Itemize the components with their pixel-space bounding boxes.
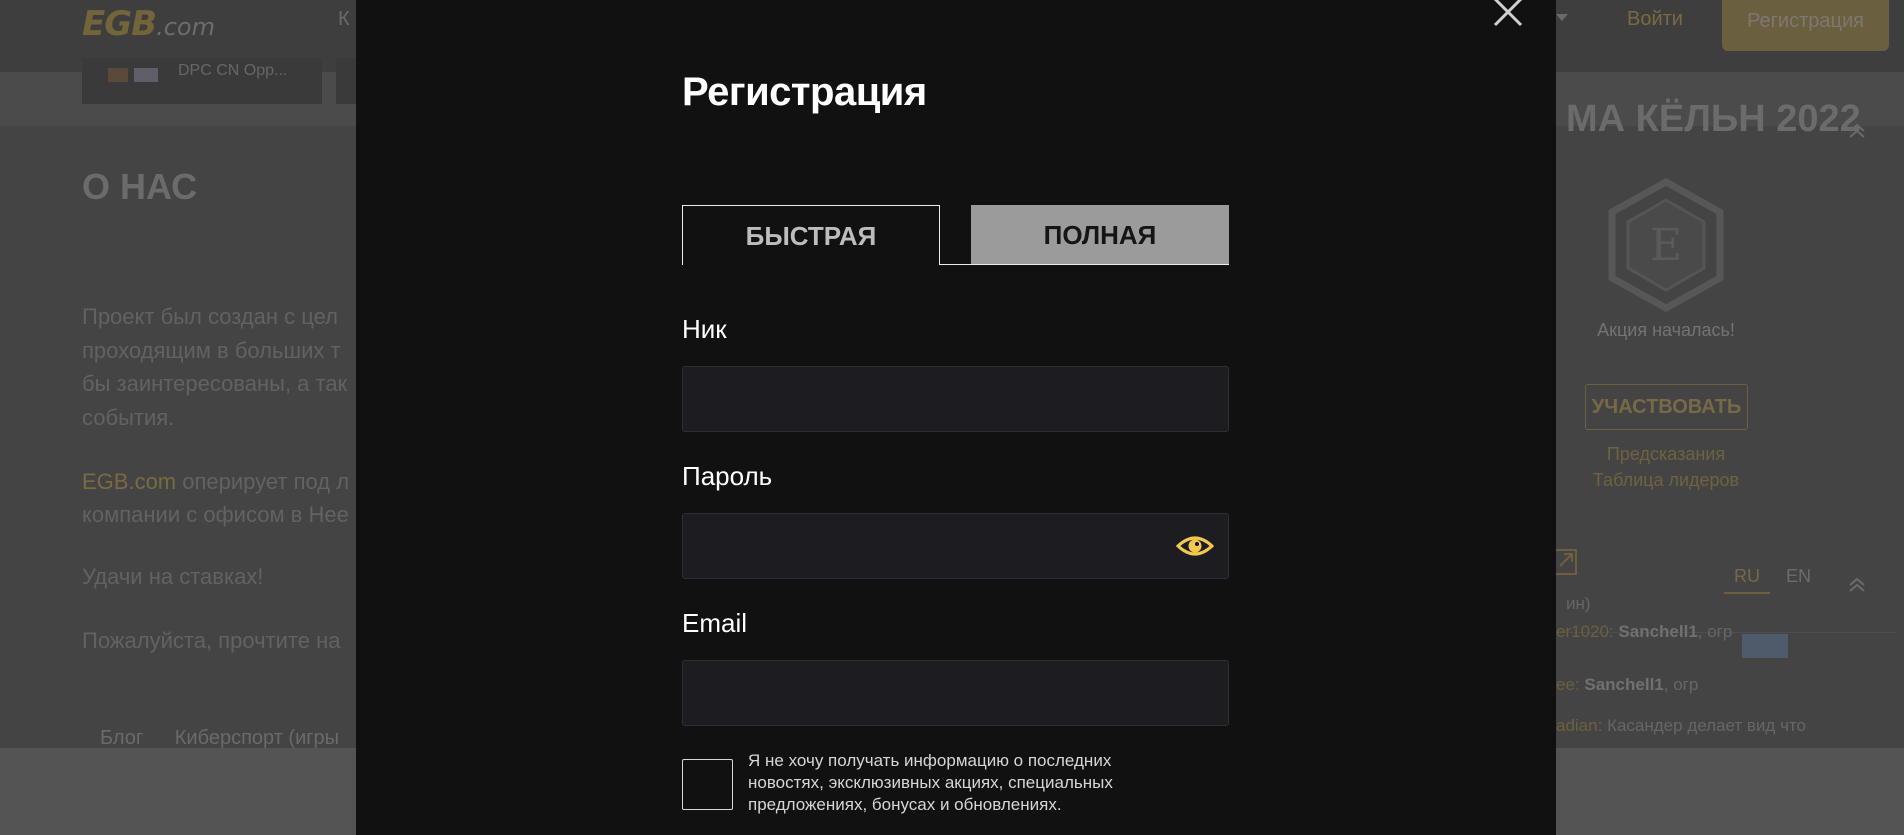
lang-ru-tab[interactable]: RU — [1734, 566, 1760, 587]
nick-label: Ник — [682, 314, 727, 344]
dropdown-caret-icon[interactable] — [1556, 14, 1568, 21]
leaderboard-link[interactable]: Таблица лидеров — [1560, 470, 1772, 491]
about-para1-line2: проходящим в больших т — [82, 338, 341, 363]
close-icon[interactable] — [1490, 0, 1526, 30]
match-title: DPC CN Opp... — [178, 62, 288, 79]
footer-links: Блог Киберспорт (игры — [100, 727, 365, 750]
team-flags-icon — [108, 68, 158, 82]
chat-message-1: er1020: Sanchell1, огр — [1556, 622, 1732, 642]
about-para2-text: оперирует под л — [176, 469, 350, 494]
about-para3: Удачи на ставках! — [82, 564, 264, 589]
about-para1-line3: бы заинтересованы, а так — [82, 371, 348, 396]
chat-text-2: , огр — [1663, 675, 1699, 694]
chat-mention-2: Sanchell1 — [1584, 675, 1664, 694]
email-input[interactable] — [682, 660, 1229, 726]
predictions-link[interactable]: Предсказания — [1560, 444, 1772, 465]
egb-link[interactable]: EGB.com — [82, 469, 176, 494]
email-label: Email — [682, 608, 748, 638]
chat-text-3: Касандер делает вид что — [1607, 716, 1806, 735]
site-logo[interactable]: EGB.com — [82, 4, 215, 44]
tab-full-registration[interactable]: ПОЛНАЯ — [971, 205, 1229, 265]
lang-ru-underline — [1724, 592, 1770, 594]
about-para2-line2: компании с офисом в Нее — [82, 502, 349, 527]
about-para1-line1: Проект был создан с цел — [82, 304, 338, 329]
chat-user-3[interactable]: adian: — [1556, 716, 1602, 735]
chat-text-1: , огр — [1697, 622, 1733, 641]
about-title: О НАС — [82, 166, 198, 207]
logo-main: EGB — [82, 4, 157, 44]
collapse-chat-chevron-icon[interactable] — [1848, 576, 1866, 594]
password-input[interactable] — [682, 513, 1229, 579]
footer-link-esports[interactable]: Киберспорт (игры — [175, 727, 339, 749]
about-para1-line4: события. — [82, 405, 175, 430]
lang-en-tab[interactable]: EN — [1786, 566, 1811, 587]
chat-user-1[interactable]: er1020: — [1556, 622, 1614, 641]
promo-title: МА КЁЛЬН 2022 — [1566, 98, 1861, 140]
newsletter-optout-label: Я не хочу получать информацию о последни… — [748, 751, 1113, 814]
chat-mention-1: Sanchell1 — [1618, 622, 1698, 641]
newsletter-optout-checkbox[interactable] — [682, 759, 733, 810]
about-para4: Пожалуйста, прочтите на — [82, 628, 341, 653]
login-link[interactable]: Войти — [1627, 8, 1683, 31]
match-card-next[interactable] — [336, 58, 356, 104]
collapse-chevron-icon[interactable] — [1848, 122, 1866, 140]
chat-message-2: ee: Sanchell1, огр — [1556, 675, 1698, 695]
logo-suffix: .com — [156, 13, 215, 41]
promo-status: Акция началась! — [1597, 320, 1735, 340]
about-para2-line1: EGB.com оперирует под л — [82, 465, 349, 499]
chat-sticker-icon — [1742, 634, 1788, 658]
footer-link-blog[interactable]: Блог — [100, 727, 143, 749]
modal-title: Регистрация — [682, 70, 927, 114]
chat-user-2[interactable]: ee: — [1556, 675, 1580, 694]
nav-item-fragment[interactable]: К — [338, 8, 350, 31]
show-password-eye-icon[interactable] — [1176, 532, 1214, 560]
register-button[interactable]: Регистрация — [1722, 0, 1889, 51]
tab-fast-registration[interactable]: БЫСТРАЯ — [682, 205, 940, 265]
participate-button[interactable]: УЧАСТВОВАТЬ — [1585, 384, 1748, 430]
chat-fragment: ин) — [1566, 594, 1591, 613]
tab-baseline — [940, 264, 1229, 265]
svg-text:E: E — [1650, 220, 1682, 271]
chat-message-3: adian: Касандер делает вид что — [1556, 716, 1806, 736]
password-label: Пароль — [682, 461, 773, 491]
promo-hex-logo-icon: E — [1608, 178, 1724, 312]
nick-input[interactable] — [682, 366, 1229, 432]
